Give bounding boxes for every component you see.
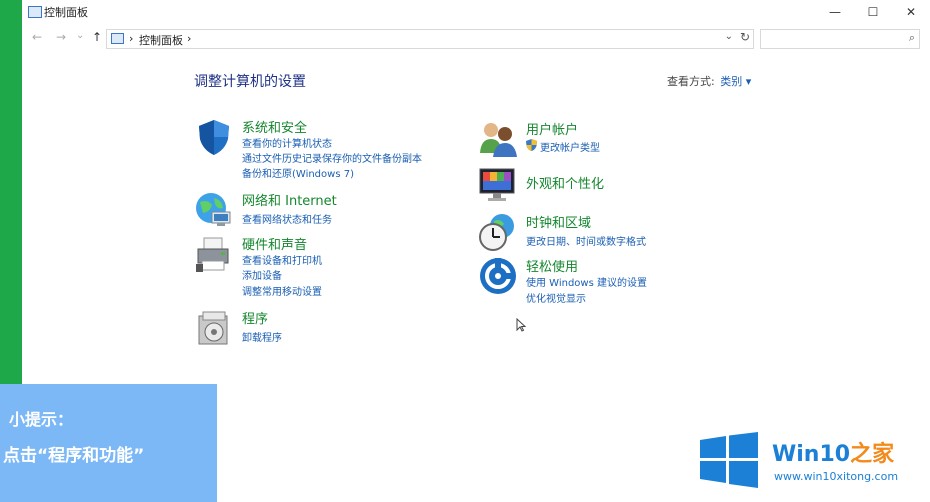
search-icon: ⌕ [908, 31, 915, 44]
monitor-palette-icon[interactable] [478, 165, 518, 205]
refresh-icon[interactable]: ↻ [740, 30, 750, 44]
recent-locations-icon[interactable]: ⌄ [76, 30, 84, 41]
printer-icon[interactable] [194, 234, 234, 274]
category-link[interactable]: 更改日期、时间或数字格式 [526, 233, 646, 248]
tip-instruction: 点击“程序和功能” [3, 446, 145, 466]
navigation-bar: ← → ⌄ ↑ › 控制面板 › ⌄ ↻ ⌕ [22, 28, 930, 50]
category-link[interactable]: 通过文件历史记录保存你的文件备份副本 [242, 150, 422, 165]
up-arrow-icon[interactable]: ↑ [92, 30, 102, 44]
category-link[interactable]: 查看网络状态和任务 [242, 211, 332, 226]
tip-heading: 小提示： [9, 410, 74, 429]
window-title: 控制面板 [44, 6, 88, 19]
search-input[interactable]: ⌕ [760, 29, 920, 49]
breadcrumb-separator[interactable]: › [129, 32, 133, 45]
category-title[interactable]: 外观和个性化 [526, 173, 604, 192]
network-globe-icon[interactable] [194, 190, 234, 230]
category-link[interactable]: 备份和还原(Windows 7) [242, 165, 354, 180]
page-title: 调整计算机的设置 [194, 74, 306, 90]
tip-panel: 小提示： 点击“程序和功能” [0, 384, 217, 502]
category-link[interactable]: 使用 Windows 建议的设置 [526, 274, 647, 289]
title-bar: 控制面板 — ☐ ✕ [22, 0, 930, 24]
mouse-cursor-icon [516, 318, 526, 332]
category-link[interactable]: 调整常用移动设置 [242, 283, 322, 298]
category-title[interactable]: 硬件和声音 [242, 234, 307, 253]
category-link[interactable]: 查看你的计算机状态 [242, 135, 332, 150]
breadcrumb-separator[interactable]: › [187, 32, 191, 45]
view-by: 查看方式: 类别 ▾ [667, 73, 751, 89]
control-panel-icon [28, 6, 42, 18]
control-panel-small-icon [111, 33, 124, 44]
clock-globe-icon[interactable] [478, 212, 518, 252]
close-button[interactable]: ✕ [896, 2, 926, 22]
users-icon[interactable] [478, 119, 518, 159]
category-link[interactable]: 查看设备和打印机 [242, 252, 322, 267]
view-by-dropdown[interactable]: 类别 ▾ [720, 75, 751, 88]
category-link[interactable]: 卸载程序 [242, 329, 282, 344]
ease-of-access-icon[interactable] [478, 256, 518, 296]
category-title[interactable]: 网络和 Internet [242, 190, 337, 209]
watermark-brand: Win10之家 [772, 442, 895, 467]
category-link[interactable]: 添加设备 [242, 267, 282, 282]
category-title[interactable]: 用户帐户 [526, 119, 578, 138]
back-arrow-icon[interactable]: ← [32, 30, 42, 44]
shield-icon[interactable] [194, 117, 234, 157]
category-link[interactable]: 更改帐户类型 [540, 139, 600, 154]
address-dropdown-icon[interactable]: ⌄ [725, 31, 733, 42]
breadcrumb-control-panel[interactable]: 控制面板 [139, 32, 183, 48]
watermark-site: www.win10xitong.com [774, 470, 899, 483]
category-link[interactable]: 优化视觉显示 [526, 290, 586, 305]
maximize-button[interactable]: ☐ [858, 2, 888, 22]
uac-shield-icon [526, 139, 537, 151]
category-title[interactable]: 时钟和区域 [526, 212, 591, 231]
category-title[interactable]: 程序 [242, 308, 268, 327]
programs-icon[interactable] [194, 308, 234, 348]
forward-arrow-icon[interactable]: → [56, 30, 66, 44]
view-by-label: 查看方式: [667, 75, 715, 88]
address-bar[interactable]: › 控制面板 › ⌄ ↻ [106, 29, 754, 49]
minimize-button[interactable]: — [820, 2, 850, 22]
category-title[interactable]: 轻松使用 [526, 256, 578, 275]
windows-logo-icon [700, 432, 758, 488]
category-title[interactable]: 系统和安全 [242, 117, 307, 136]
